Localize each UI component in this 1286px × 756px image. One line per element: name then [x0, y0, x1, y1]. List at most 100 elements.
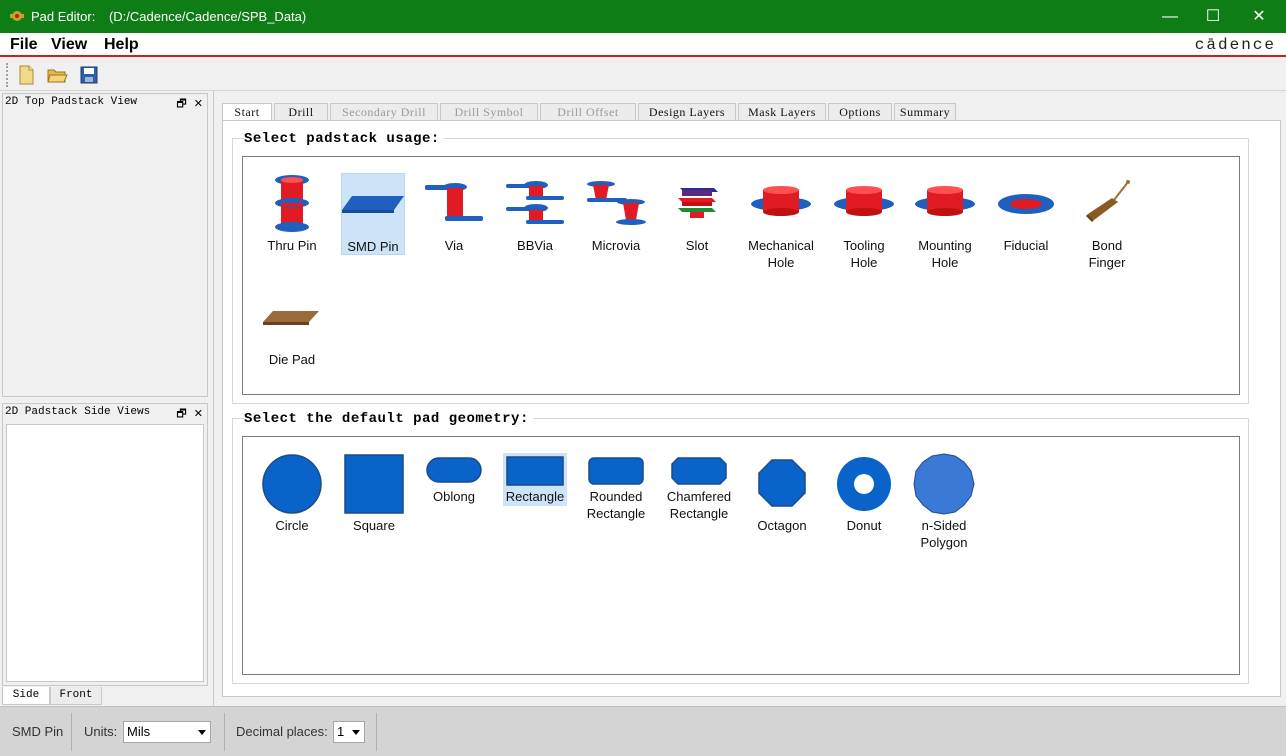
tab-options[interactable]: Options [828, 103, 892, 121]
tab-drill[interactable]: Drill [274, 103, 328, 121]
minimize-button[interactable]: — [1147, 0, 1193, 33]
bond-finger-icon [1086, 180, 1130, 222]
app-icon [10, 11, 24, 21]
usage-title: Select padstack usage: [244, 131, 444, 147]
menu-file[interactable]: File [10, 36, 38, 54]
tab-drill-symbol[interactable]: Drill Symbol [440, 103, 538, 121]
float-button[interactable]: 🗗 [176, 98, 186, 110]
usage-via[interactable]: Via [421, 170, 487, 260]
save-icon[interactable] [78, 64, 100, 86]
usage-label-line2: Hole [850, 255, 878, 270]
tab-secondary-drill[interactable]: Secondary Drill [330, 103, 438, 121]
tab-side[interactable]: Side [2, 687, 50, 705]
toolbar-grip[interactable] [6, 63, 8, 87]
usage-slot[interactable]: Slot [664, 170, 730, 260]
usage-tooling-hole[interactable]: Tooling Hole [830, 170, 898, 270]
tab-mask-layers[interactable]: Mask Layers [738, 103, 826, 121]
usage-smd-pin[interactable]: SMD Pin [341, 173, 405, 255]
close-button[interactable]: ✕ [1236, 0, 1282, 33]
usage-label: BBVia [517, 238, 553, 253]
usage-die-pad[interactable]: Die Pad [259, 300, 325, 372]
geometry-n-sided-polygon[interactable]: n-Sided Polygon [910, 452, 978, 552]
fiducial-icon [998, 194, 1054, 214]
toolbar [0, 59, 1286, 91]
geometry-chamfered-rectangle[interactable]: Chamfered Rectangle [664, 452, 734, 528]
usage-label-line2: Hole [767, 255, 795, 270]
usage-fiducial[interactable]: Fiducial [993, 170, 1059, 260]
usage-label: Mounting [918, 238, 972, 253]
geometry-label-line2: Polygon [920, 535, 968, 550]
via-icon [425, 183, 483, 221]
tab-summary[interactable]: Summary [894, 103, 956, 121]
geometry-label: Rectangle [505, 489, 565, 504]
slot-icon [678, 188, 718, 218]
tab-front[interactable]: Front [50, 687, 102, 705]
decimal-places-select[interactable]: 1 [333, 721, 365, 743]
usage-microvia[interactable]: Microvia [583, 170, 649, 260]
chamfered-rectangle-pad-icon [671, 457, 727, 485]
app-name: Pad Editor: [31, 9, 96, 24]
geometry-donut[interactable]: Donut [830, 452, 898, 538]
geometry-label: Square [353, 518, 395, 533]
decimal-places-value: 1 [337, 724, 345, 739]
geometry-oblong[interactable]: Oblong [421, 452, 487, 512]
usage-label: Slot [685, 238, 709, 253]
usage-mounting-hole[interactable]: Mounting Hole [910, 170, 980, 270]
status-separator [376, 713, 377, 751]
usage-bbvia[interactable]: BBVia [502, 170, 568, 260]
usage-label: Tooling [843, 238, 885, 253]
geometry-rectangle[interactable]: Rectangle [503, 453, 567, 506]
geometry-label: Circle [275, 518, 309, 533]
open-folder-icon[interactable] [46, 64, 68, 86]
chevron-down-icon [198, 730, 206, 735]
menu-help[interactable]: Help [104, 36, 139, 54]
side-view-dock-buttons: 🗗 ✕ [176, 405, 203, 424]
geometry-label: Chamfered [666, 489, 732, 504]
tab-design-layers[interactable]: Design Layers [638, 103, 736, 121]
usage-thru-pin[interactable]: Thru Pin [259, 170, 325, 260]
geometry-label: Donut [846, 518, 882, 533]
bbvia-icon [506, 181, 564, 224]
dock-close-button[interactable]: ✕ [194, 408, 203, 420]
geometry-label: Rounded [589, 489, 643, 504]
octagon-pad-icon [758, 459, 806, 507]
usage-label: Die Pad [268, 352, 316, 367]
circle-pad-icon [262, 454, 322, 514]
decimal-places-label: Decimal places: [236, 724, 328, 739]
menu-view[interactable]: View [51, 36, 87, 54]
status-bar: SMD Pin Units: Mils Decimal places: 1 [0, 706, 1286, 756]
units-label: Units: [84, 724, 118, 739]
dock-close-button[interactable]: ✕ [194, 98, 203, 110]
chevron-down-icon [352, 730, 360, 735]
usage-label-line2: Finger [1088, 255, 1126, 270]
donut-pad-icon [837, 457, 891, 511]
usage-label: Thru Pin [267, 238, 317, 253]
usage-bond-finger[interactable]: Bond Finger [1074, 170, 1140, 270]
usage-mechanical-hole[interactable]: Mechanical Hole [745, 170, 817, 270]
usage-label: SMD Pin [347, 239, 399, 254]
geometry-label: Oblong [433, 489, 475, 504]
oblong-pad-icon [426, 457, 482, 483]
units-select[interactable]: Mils [123, 721, 211, 743]
usage-label: Bond [1091, 238, 1123, 253]
tab-drill-offset[interactable]: Drill Offset [540, 103, 636, 121]
geometry-square[interactable]: Square [341, 452, 407, 538]
n-sided-polygon-pad-icon [913, 453, 975, 515]
smd-pin-icon [342, 196, 404, 213]
menu-bar: File View Help cādence [0, 33, 1286, 57]
geometry-circle[interactable]: Circle [259, 452, 325, 538]
units-value: Mils [127, 724, 151, 739]
maximize-button[interactable]: ☐ [1190, 0, 1236, 33]
usage-label: Mechanical [748, 238, 814, 253]
geometry-rounded-rectangle[interactable]: Rounded Rectangle [582, 452, 650, 528]
mounting-hole-icon [915, 186, 975, 216]
cadence-logo: cādence [1194, 36, 1276, 54]
geometry-label-line2: Rectangle [669, 506, 729, 521]
status-usage: SMD Pin [12, 724, 64, 739]
geometry-octagon[interactable]: Octagon [748, 452, 816, 538]
status-separator [224, 713, 225, 751]
side-padstack-views-panel: 2D Padstack Side Views 🗗 ✕ [2, 403, 208, 686]
new-file-icon[interactable] [15, 64, 37, 86]
mechanical-hole-icon [751, 186, 811, 216]
float-button[interactable]: 🗗 [176, 408, 186, 420]
